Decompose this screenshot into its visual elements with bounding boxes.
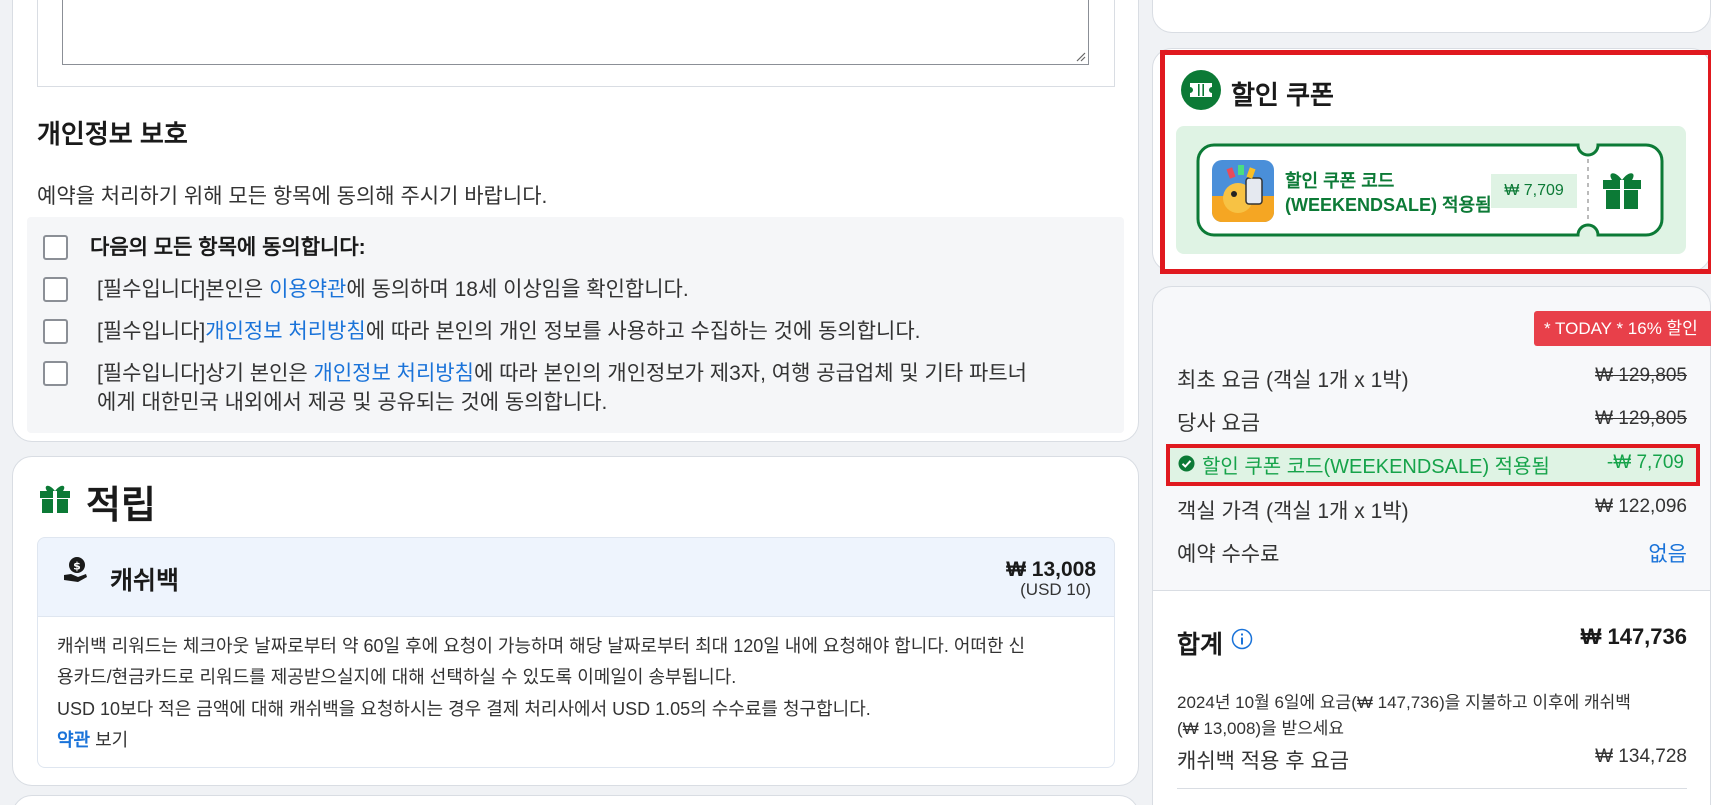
cashback-label: 캐쉬백 <box>110 567 180 595</box>
cashback-info-line1: 캐쉬백 리워드는 체크아웃 날짜로부터 약 60일 후에 요청이 가능하며 해당… <box>57 636 1026 656</box>
agree-terms-pre: [필수입니다]본인은 <box>97 278 270 301</box>
cashback-terms: 약관 보기 <box>57 726 128 752</box>
cashback-amount: ₩ 13,008 <box>1006 558 1096 581</box>
our-price-label: 당사 요금 <box>1177 412 1261 435</box>
our-price-value: ₩ 129,805 <box>1595 408 1687 429</box>
privacy-policy-link[interactable]: 개인정보 처리방침 <box>205 320 365 343</box>
coupon-mascot-image <box>1212 160 1274 222</box>
special-request-textarea[interactable] <box>62 0 1089 65</box>
agree-all-checkbox[interactable] <box>43 235 68 260</box>
after-cashback-value: ₩ 134,728 <box>1595 746 1687 767</box>
cashback-hand-coin-icon: $ <box>64 557 87 582</box>
agree-privacy-pre: [필수입니다] <box>97 320 206 343</box>
agree-terms-post: 에 동의하며 18세 이상임을 확인합니다. <box>346 278 689 301</box>
cashback-usd: (USD 10) <box>1020 580 1091 599</box>
coupon-code-line2: (WEEKENDSALE) 적용됨 <box>1285 195 1492 215</box>
coupon-discount-value: ₩ 7,709 <box>1491 174 1577 208</box>
cashback-info-line3: USD 10보다 적은 금액에 대해 캐쉬백을 요청하시는 경우 결제 처리사에… <box>57 699 871 719</box>
coupon-gift-icon <box>1603 173 1641 209</box>
today-discount-badge: * TODAY * 16% 할인 <box>1534 311 1711 346</box>
after-cashback-label: 캐쉬백 적용 후 요금 <box>1177 750 1350 773</box>
coupon-applied-value: -₩ 7,709 <box>1606 452 1684 473</box>
coupon-title: 할인 쿠폰 <box>1231 80 1334 110</box>
reward-title: 적립 <box>86 485 156 527</box>
booking-fee-label: 예약 수수료 <box>1177 543 1280 566</box>
next-section-card <box>12 795 1139 805</box>
original-price-label: 최초 요금 (객실 1개 x 1박) <box>1177 369 1409 392</box>
terms-link[interactable]: 약관 <box>57 730 90 750</box>
total-value: ₩ 147,736 <box>1580 624 1687 649</box>
payment-note-line2: (₩ 13,008)을 받으세요 <box>1177 719 1345 738</box>
agree-third-party-label: [필수입니다]상기 본인은 개인정보 처리방침에 따라 본인의 개인정보가 제3… <box>97 359 1027 389</box>
total-label: 합계 <box>1177 631 1224 659</box>
resize-grip-icon[interactable] <box>1074 50 1086 62</box>
cashback-info-line2: 용카드/현금카드로 리워드를 제공받으실지에 대해 선택하실 수 있도록 이메일… <box>57 667 737 687</box>
gift-icon <box>40 485 70 513</box>
terms-suffix: 보기 <box>90 730 129 750</box>
svg-text:$: $ <box>73 560 81 573</box>
check-circle-icon <box>1178 455 1195 472</box>
booking-fee-value: 없음 <box>1648 543 1687 566</box>
agree-privacy-post: 에 따라 본인의 개인 정보를 사용하고 수집하는 것에 동의합니다. <box>365 320 921 343</box>
agree-third-party-post: 에 따라 본인의 개인정보가 제3자, 여행 공급업체 및 기타 파트너 <box>473 362 1027 385</box>
privacy-policy-link-2[interactable]: 개인정보 처리방침 <box>314 362 474 385</box>
agree-third-party-checkbox[interactable] <box>43 361 68 386</box>
info-icon[interactable] <box>1231 628 1253 650</box>
agree-third-party-pre: [필수입니다]상기 본인은 <box>97 362 314 385</box>
room-price-value: ₩ 122,096 <box>1595 496 1687 517</box>
agree-privacy-checkbox[interactable] <box>43 319 68 344</box>
agree-terms-checkbox[interactable] <box>43 277 68 302</box>
privacy-description: 예약을 처리하기 위해 모든 항목에 동의해 주시기 바랍니다. <box>37 185 548 208</box>
original-price-value: ₩ 129,805 <box>1595 365 1687 386</box>
cashback-header <box>37 537 1115 617</box>
agree-terms-label: [필수입니다]본인은 이용약관에 동의하며 18세 이상임을 확인합니다. <box>97 275 689 305</box>
room-price-label: 객실 가격 (객실 1개 x 1박) <box>1177 500 1409 523</box>
agree-all-label: 다음의 모든 항목에 동의합니다: <box>90 236 366 259</box>
coupon-ticket-icon <box>1181 70 1221 110</box>
coupon-applied-label: 할인 쿠폰 코드(WEEKENDSALE) 적용됨 <box>1202 456 1550 478</box>
terms-of-use-link[interactable]: 이용약관 <box>269 278 346 301</box>
agree-privacy-label: [필수입니다]개인정보 처리방침에 따라 본인의 개인 정보를 사용하고 수집하… <box>97 317 921 347</box>
summary-top-card <box>1152 0 1711 33</box>
payment-note-line1: 2024년 10월 6일에 요금(₩ 147,736)을 지불하고 이후에 캐쉬… <box>1177 693 1631 712</box>
bottom-divider <box>1177 788 1687 789</box>
agree-third-party-line2: 에게 대한민국 내외에서 제공 및 공유되는 것에 동의합니다. <box>97 391 608 414</box>
privacy-title: 개인정보 보호 <box>37 119 188 149</box>
coupon-code-line1: 할인 쿠폰 코드 <box>1285 171 1395 191</box>
